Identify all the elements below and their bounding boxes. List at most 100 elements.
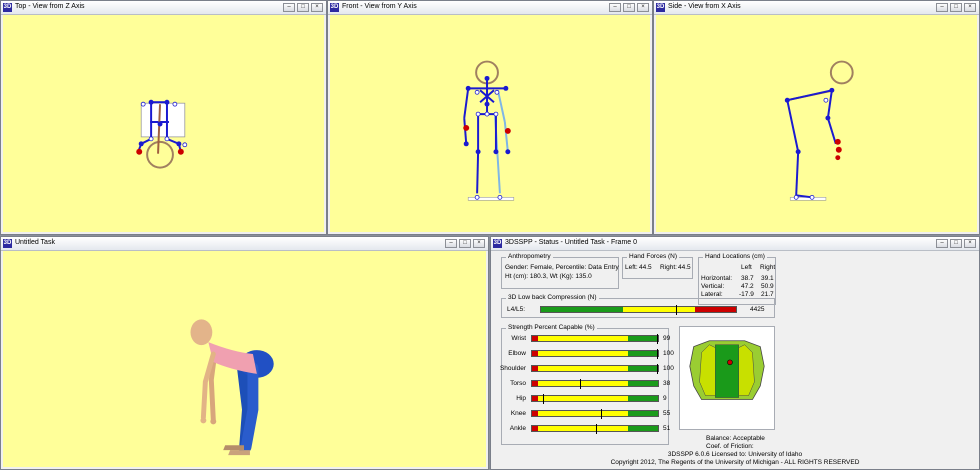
titlebar[interactable]: 3D Top - View from Z Axis – □ × [1, 1, 326, 15]
strength-marker [657, 349, 659, 359]
row-lateral-left: -17.9 [739, 291, 754, 298]
minimize-button[interactable]: – [936, 239, 948, 248]
strength-marker [596, 424, 598, 434]
app-icon: 3D [656, 3, 665, 12]
strength-value: 51 [663, 425, 671, 432]
front-view-window[interactable]: 3D Front - View from Y Axis – □ × [327, 0, 653, 235]
anthropometry-title: Anthropometry [506, 253, 553, 260]
side-view-window[interactable]: 3D Side - View from X Axis – □ × [653, 0, 980, 235]
anthropometry-line2: Ht (cm): 180.3, Wt (Kg): 135.0 [505, 273, 592, 280]
strength-bar [531, 394, 659, 404]
strength-marker [543, 394, 545, 404]
maximize-button[interactable]: □ [459, 239, 471, 248]
hand-force-right-label: Right: [660, 264, 677, 271]
window-title: Front - View from Y Axis [342, 3, 417, 10]
close-button[interactable]: × [473, 239, 485, 248]
app-icon: 3D [3, 3, 12, 12]
strength-bar [531, 424, 659, 434]
anthropometry-line1: Gender: Female, Percentile: Data Entry [505, 264, 619, 271]
strength-label: Wrist [511, 335, 526, 342]
strength-value: 100 [663, 350, 674, 357]
strength-title: Strength Percent Capable (%) [506, 324, 597, 331]
compression-bar [540, 305, 737, 315]
app-icon: 3D [3, 239, 12, 248]
balance-label: Balance: Acceptable [706, 435, 765, 442]
app-icon: 3D [330, 3, 339, 12]
col-left-header: Left [741, 264, 752, 271]
compression-value: 4425 [750, 306, 765, 313]
window-title: Top - View from Z Axis [15, 3, 85, 10]
strength-label: Torso [510, 380, 526, 387]
row-horizontal-left: 38.7 [741, 275, 754, 282]
row-horizontal-label: Horizontal: [701, 275, 733, 282]
close-button[interactable]: × [964, 239, 976, 248]
minimize-button[interactable]: – [283, 3, 295, 12]
strength-label: Elbow [508, 350, 526, 357]
hand-forces-title: Hand Forces (N) [627, 253, 680, 260]
copyright-text: Copyright 2012, The Regents of the Unive… [610, 459, 860, 466]
side-view-figure [784, 60, 854, 201]
side-view-canvas[interactable] [656, 15, 977, 232]
minimize-button[interactable]: – [936, 3, 948, 12]
row-vertical-label: Vertical: [701, 283, 725, 290]
titlebar[interactable]: 3D 3DSSPP - Status - Untitled Task - Fra… [491, 237, 979, 251]
close-button[interactable]: × [964, 3, 976, 12]
top-view-canvas[interactable] [3, 15, 324, 232]
minimize-button[interactable]: – [609, 3, 621, 12]
maximize-button[interactable]: □ [623, 3, 635, 12]
strength-marker [656, 334, 658, 344]
close-button[interactable]: × [637, 3, 649, 12]
strength-marker [601, 409, 603, 419]
maximize-button[interactable]: □ [297, 3, 309, 12]
maximize-button[interactable]: □ [950, 3, 962, 12]
anthropometry-group: Anthropometry Gender: Female, Percentile… [501, 253, 619, 289]
strength-value: 9 [663, 395, 667, 402]
compression-marker [675, 305, 677, 315]
front-view-canvas[interactable] [330, 15, 650, 232]
row-vertical-right: 50.9 [761, 283, 774, 290]
window-title: Untitled Task [15, 239, 55, 246]
row-lateral-label: Lateral: [701, 291, 723, 298]
license-text: 3DSSPP 6.0.6 Licensed to: University of … [667, 451, 803, 458]
row-lateral-right: 21.7 [761, 291, 774, 298]
row-horizontal-right: 39.1 [761, 275, 774, 282]
hand-force-right-value: 44.5 [678, 264, 691, 271]
status-panel: Anthropometry Gender: Female, Percentile… [493, 251, 977, 467]
friction-label: Coef. of Friction: [706, 443, 754, 450]
strength-bar [531, 364, 659, 374]
window-title: Side - View from X Axis [668, 3, 741, 10]
strength-label: Ankle [509, 425, 526, 432]
status-window[interactable]: 3D 3DSSPP - Status - Untitled Task - Fra… [490, 236, 980, 470]
strength-bar [531, 334, 659, 344]
balance-diagram [679, 326, 775, 430]
hand-force-left-value: 44.5 [639, 264, 652, 271]
hand-force-left-label: Left: [625, 264, 638, 271]
close-button[interactable]: × [311, 3, 323, 12]
strength-value: 38 [663, 380, 671, 387]
task-view-window[interactable]: 3D Untitled Task – □ × [0, 236, 489, 470]
strength-label: Shoulder [499, 365, 526, 372]
window-title: 3DSSPP - Status - Untitled Task - Frame … [505, 239, 638, 246]
hand-forces-group: Hand Forces (N) Left: 44.5 Right: 44.5 [622, 253, 693, 279]
hand-locations-title: Hand Locations (cm) [703, 253, 767, 260]
task-3d-canvas[interactable] [3, 251, 486, 467]
strength-label: Knee [510, 410, 526, 417]
human-model-figure [190, 319, 274, 456]
strength-marker [657, 364, 659, 374]
row-vertical-left: 47.2 [741, 283, 754, 290]
top-view-window[interactable]: 3D Top - View from Z Axis – □ × [0, 0, 327, 235]
compression-title: 3D Low back Compression (N) [506, 294, 599, 301]
app-icon: 3D [493, 239, 502, 248]
maximize-button[interactable]: □ [950, 239, 962, 248]
strength-value: 99 [663, 335, 671, 342]
strength-group: Strength Percent Capable (%) Wrist 99 Elbo… [500, 324, 674, 445]
titlebar[interactable]: 3D Untitled Task – □ × [1, 237, 488, 251]
col-right-header: Right [760, 264, 776, 271]
titlebar[interactable]: 3D Front - View from Y Axis – □ × [328, 1, 652, 15]
top-view-figure [136, 99, 188, 169]
strength-bar [531, 379, 659, 389]
titlebar[interactable]: 3D Side - View from X Axis – □ × [654, 1, 979, 15]
minimize-button[interactable]: – [445, 239, 457, 248]
strength-label: Hip [516, 395, 526, 402]
strength-bar [531, 409, 659, 419]
